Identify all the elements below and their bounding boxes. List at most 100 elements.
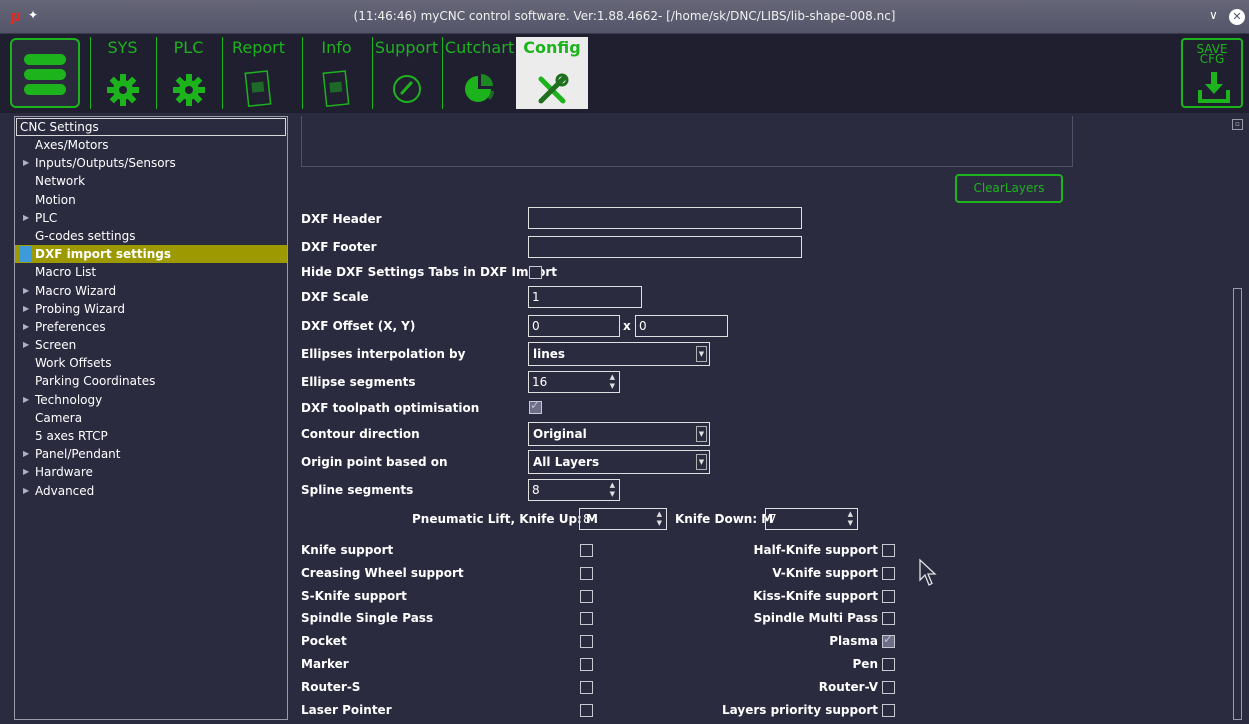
window-title: (11:46:46) myCNC control software. Ver:1… [353,9,896,23]
expand-arrow-icon[interactable]: ▶ [23,318,29,336]
hide-tabs-checkbox[interactable] [529,266,542,279]
sidebar-item-work-offsets[interactable]: Work Offsets [15,354,287,372]
save-config-button[interactable]: SAVE CFG [1181,38,1243,108]
chevron-down-icon: ▼ [696,346,707,362]
tools-icon [535,73,569,110]
sidebar-item-label: G-codes settings [35,228,136,243]
spin-arrows-icon[interactable]: ▲ ▼ [610,481,615,499]
chevron-down-icon[interactable]: ∨ [1209,8,1218,22]
option-checkbox[interactable] [580,704,593,717]
origin-select[interactable]: All Layers ▼ [528,450,710,474]
tab-plc[interactable]: PLC [156,37,220,109]
tab-support-label: Support [374,38,439,57]
option-label: Pocket [301,634,347,648]
document-icon [321,70,352,111]
mouse-cursor-icon [918,558,938,591]
expand-arrow-icon[interactable]: ▶ [23,300,29,318]
sidebar-item-camera[interactable]: Camera [15,409,287,427]
spline-spinbox[interactable]: 8 ▲ ▼ [528,479,620,501]
ellipse-seg-spinbox[interactable]: 16 ▲ ▼ [528,371,620,393]
scroll-up-button[interactable]: ▫ [1232,119,1243,130]
clear-layers-button[interactable]: ClearLayers [955,174,1063,203]
sidebar-item-parking-coordinates[interactable]: Parking Coordinates [15,372,287,390]
option-checkbox[interactable] [882,590,895,603]
tab-config[interactable]: Config [516,37,588,109]
option-checkbox[interactable] [580,567,593,580]
spin-arrows-icon[interactable]: ▲ ▼ [610,373,615,391]
sidebar-item-technology[interactable]: ▶ Technology [15,391,287,409]
expand-arrow-icon[interactable]: ▶ [23,482,29,500]
sidebar-item-advanced[interactable]: ▶ Advanced [15,482,287,500]
close-icon[interactable]: ✕ [1229,9,1245,25]
toolpath-opt-checkbox[interactable] [529,398,542,414]
option-label: Plasma [829,634,878,648]
sidebar-item-preferences[interactable]: ▶ Preferences [15,318,287,336]
dxf-footer-input[interactable] [528,236,802,258]
expand-arrow-icon[interactable]: ▶ [23,391,29,409]
sidebar-item-plc[interactable]: ▶ PLC [15,209,287,227]
sidebar-item-dxf-import-settings[interactable]: DXF import settings [15,245,287,264]
sidebar-item-5-axes-rtcp[interactable]: 5 axes RTCP [15,427,287,445]
expand-arrow-icon[interactable]: ▶ [23,282,29,300]
tab-cutchart-label: Cutchart [444,38,515,57]
option-checkbox[interactable] [580,635,593,648]
tree-header[interactable]: CNC Settings [16,118,286,136]
option-checkbox[interactable] [580,681,593,694]
option-checkbox[interactable] [580,658,593,671]
expand-arrow-icon[interactable]: ▶ [23,336,29,354]
sidebar-item-panel-pendant[interactable]: ▶ Panel/Pendant [15,445,287,463]
chevron-down-icon: ▼ [696,426,707,442]
option-checkbox[interactable] [882,658,895,671]
tab-support[interactable]: Support [372,37,440,109]
sidebar-item-hardware[interactable]: ▶ Hardware [15,463,287,481]
sidebar-item-screen[interactable]: ▶ Screen [15,336,287,354]
option-checkbox[interactable] [882,681,895,694]
sidebar-item-inputs-outputs-sensors[interactable]: ▶ Inputs/Outputs/Sensors [15,154,287,172]
option-checkbox[interactable] [882,632,895,648]
sidebar-item-g-codes-settings[interactable]: G-codes settings [15,227,287,245]
expand-arrow-icon[interactable]: ▶ [23,154,29,172]
title-bar: μ ✦ (11:46:46) myCNC control software. V… [0,0,1249,34]
option-checkbox[interactable] [580,544,593,557]
main-menu-button[interactable] [10,38,80,108]
sidebar-item-macro-wizard[interactable]: ▶ Macro Wizard [15,282,287,300]
sidebar-item-label: Panel/Pendant [35,447,121,462]
tab-sys[interactable]: SYS [90,37,154,109]
layers-list[interactable] [301,116,1073,167]
tab-cutchart[interactable]: Cutchart [442,37,516,109]
option-checkbox[interactable] [882,612,895,625]
option-checkbox[interactable] [882,704,895,717]
sidebar-item-label: Macro Wizard [35,283,117,298]
tab-report[interactable]: Report [222,37,294,109]
expand-arrow-icon[interactable]: ▶ [23,445,29,463]
dxf-offset-y-input[interactable]: 0 [635,315,728,337]
contour-dir-select[interactable]: Original ▼ [528,422,710,446]
main-toolbar: SYS PLC Report Info Support Cutchart Con… [0,34,1249,113]
option-label: Pen [852,657,878,671]
tab-info[interactable]: Info [302,37,370,109]
spin-arrows-icon[interactable]: ▲ ▼ [657,510,662,528]
sidebar-item-axes-motors[interactable]: Axes/Motors [15,136,287,154]
option-checkbox[interactable] [580,612,593,625]
sidebar-item-label: Probing Wizard [35,301,125,316]
option-checkbox[interactable] [882,544,895,557]
dxf-header-input[interactable] [528,207,802,229]
dxf-scale-input[interactable]: 1 [528,286,642,308]
knife-down-spinbox[interactable]: 7 ▲ ▼ [765,508,858,530]
option-label: Layers priority support [722,703,878,717]
expand-arrow-icon[interactable]: ▶ [23,209,29,227]
chevron-down-icon: ▼ [696,454,707,470]
sidebar-item-network[interactable]: Network [15,172,287,190]
option-checkbox[interactable] [580,590,593,603]
expand-arrow-icon[interactable]: ▶ [23,463,29,481]
sidebar-item-probing-wizard[interactable]: ▶ Probing Wizard [15,300,287,318]
ellipse-interp-select[interactable]: lines ▼ [528,342,710,366]
cfg-label: CFG [1199,52,1225,66]
spin-arrows-icon[interactable]: ▲ ▼ [848,510,853,528]
sidebar-item-motion[interactable]: Motion [15,191,287,209]
vertical-scrollbar[interactable] [1233,288,1242,720]
dxf-offset-x-input[interactable]: 0 [528,315,620,337]
option-checkbox[interactable] [882,567,895,580]
knife-up-spinbox[interactable]: 8 ▲ ▼ [579,508,667,530]
sidebar-item-macro-list[interactable]: Macro List [15,263,287,281]
